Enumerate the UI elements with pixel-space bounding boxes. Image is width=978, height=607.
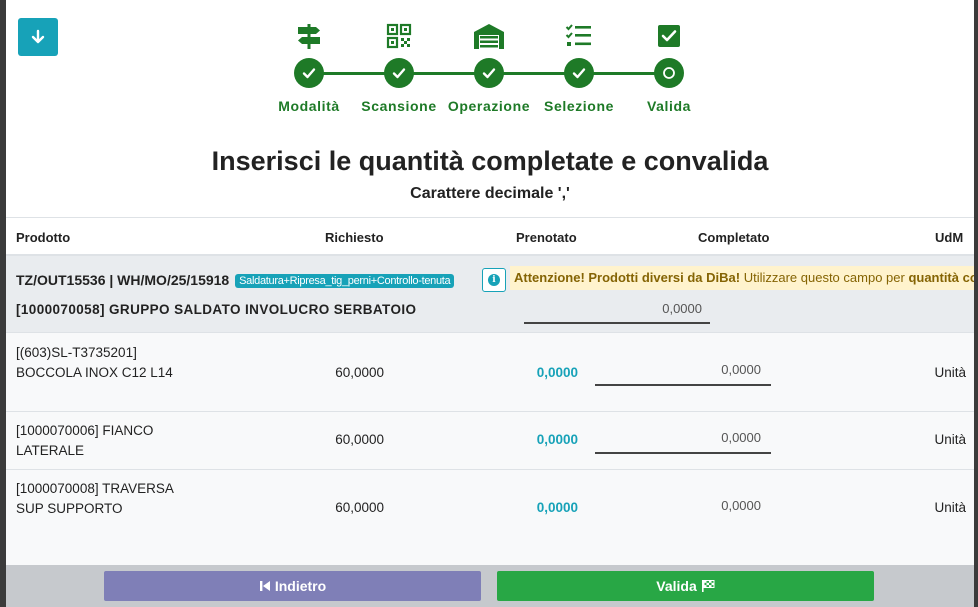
completed-qty-input[interactable]: 0,0000 (595, 356, 771, 386)
product-description: BOCCOLA INOX C12 L14 (16, 365, 173, 380)
product-description: LATERALE (16, 443, 85, 458)
product-description: SUP SUPPORTO (16, 501, 123, 516)
checkmark-icon (392, 68, 406, 79)
arrow-down-icon (31, 29, 45, 44)
step-operazione[interactable]: Operazione (444, 20, 534, 114)
col-header-uom: UdM (935, 230, 964, 245)
footer-bar: Indietro Valida (6, 565, 974, 607)
product-code: [(603)SL-T3735201] (16, 345, 137, 360)
qr-code-icon (386, 23, 412, 49)
check-square-icon (658, 25, 680, 47)
checkmark-icon (302, 68, 316, 79)
reserved-qty: 0,0000 (536, 365, 578, 380)
uom-cell: Unità (934, 365, 966, 380)
table-row: [(603)SL-T3735201] BOCCOLA INOX C12 L14 … (6, 334, 974, 412)
product-cell: [(603)SL-T3735201] BOCCOLA INOX C12 L14 (16, 343, 173, 383)
order-reference: TZ/OUT15536 | WH/MO/25/15918 (16, 272, 230, 288)
checklist-icon (565, 24, 591, 46)
reserved-qty: 0,0000 (536, 500, 578, 515)
step-done-marker (294, 58, 324, 88)
info-button[interactable]: i (482, 268, 506, 292)
product-code: [1000070006] FIANCO (16, 423, 154, 438)
circle-outline-icon (663, 67, 675, 79)
group-product-name: [1000070058] GRUPPO SALDATO INVOLUCRO SE… (16, 302, 417, 317)
step-selezione[interactable]: Selezione (534, 20, 624, 114)
reserved-qty: 0,0000 (536, 432, 578, 447)
signpost-icon (298, 24, 320, 49)
step-label: Operazione (447, 98, 531, 114)
warehouse-icon (474, 24, 504, 49)
col-header-requested: Richiesto (325, 230, 384, 245)
requested-qty: 60,0000 (335, 500, 384, 515)
step-label: Scansione (361, 98, 437, 114)
warning-alert: Attenzione! Prodotti diversi da DiBa! Ut… (510, 266, 974, 290)
product-code: [1000070008] TRAVERSA (16, 481, 174, 496)
app-frame: Modalità Scansione Operazione Selezione … (0, 0, 978, 607)
table-header: Prodotto Richiesto Prenotato Completato … (6, 218, 974, 256)
step-done-marker (564, 58, 594, 88)
quantities-table: Prodotto Richiesto Prenotato Completato … (6, 217, 974, 565)
warning-text-bold: quantità co (908, 270, 974, 285)
step-done-marker (384, 58, 414, 88)
checkmark-icon (572, 68, 586, 79)
step-done-marker (474, 58, 504, 88)
operation-badge: Saldatura+Ripresa_tig_perni+Controllo-te… (235, 274, 455, 288)
checkmark-icon (482, 68, 496, 79)
download-button[interactable] (18, 18, 58, 56)
window-border-right (974, 0, 978, 607)
group-reference: TZ/OUT15536 | WH/MO/25/15918 Saldatura+R… (16, 272, 455, 288)
page-title: Inserisci le quantità completate e conva… (211, 146, 769, 176)
progress-stepper: Modalità Scansione Operazione Selezione … (270, 20, 710, 120)
completed-qty-input[interactable]: 0,0000 (595, 424, 771, 454)
requested-qty: 60,0000 (335, 432, 384, 447)
skip-back-icon (259, 581, 270, 591)
col-header-completed: Completato (698, 230, 770, 245)
checkered-flag-icon (701, 580, 715, 592)
step-modalita[interactable]: Modalità (264, 20, 354, 114)
col-header-reserved: Prenotato (516, 230, 577, 245)
confirm-button-label: Valida (656, 578, 697, 594)
product-cell: [1000070008] TRAVERSA SUP SUPPORTO (16, 479, 174, 519)
col-header-product: Prodotto (16, 230, 71, 245)
table-row: [1000070008] TRAVERSA SUP SUPPORTO 60,00… (6, 470, 974, 530)
group-quantity-input[interactable]: 0,0000 (524, 296, 710, 324)
warning-text: Utilizzare questo campo per (740, 270, 909, 285)
page-subtitle: Carattere decimale ',' (410, 185, 570, 202)
completed-qty-value[interactable]: 0,0000 (595, 492, 771, 522)
product-cell: [1000070006] FIANCO LATERALE (16, 421, 153, 461)
step-label: Modalità (278, 98, 340, 114)
requested-qty: 60,0000 (335, 365, 384, 380)
warning-title: Attenzione! Prodotti diversi da DiBa! (514, 270, 741, 285)
uom-cell: Unità (934, 432, 966, 447)
back-button-label: Indietro (274, 578, 327, 594)
group-row: TZ/OUT15536 | WH/MO/25/15918 Saldatura+R… (6, 256, 974, 333)
step-scansione[interactable]: Scansione (354, 20, 444, 114)
step-valida[interactable]: Valida (624, 20, 714, 114)
confirm-button[interactable]: Valida (497, 571, 874, 601)
uom-cell: Unità (934, 500, 966, 515)
step-current-marker (654, 58, 684, 88)
step-label: Selezione (544, 98, 614, 114)
step-label: Valida (646, 98, 692, 114)
back-button[interactable]: Indietro (104, 571, 481, 601)
table-row: [1000070006] FIANCO LATERALE 60,0000 0,0… (6, 412, 974, 470)
info-icon: i (488, 274, 500, 286)
